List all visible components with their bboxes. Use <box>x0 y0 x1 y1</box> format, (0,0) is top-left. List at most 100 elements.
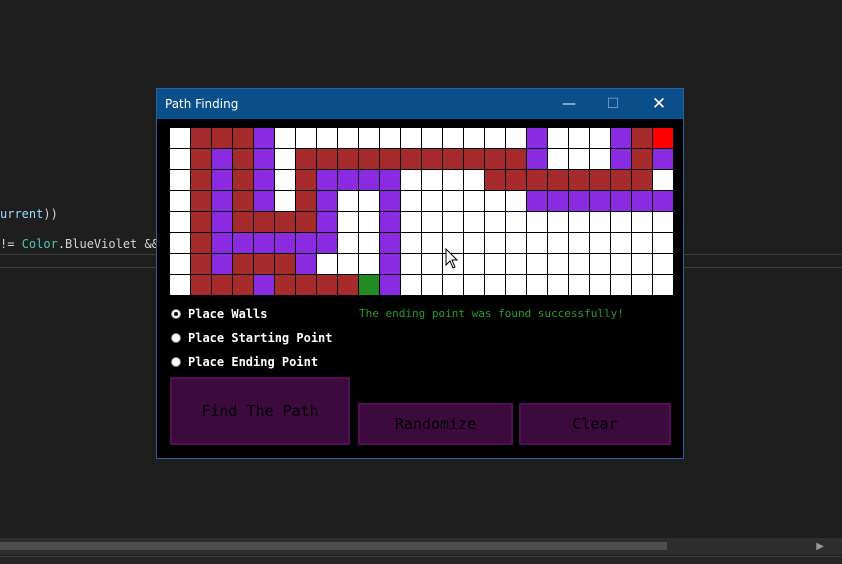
empty-cell[interactable] <box>590 128 610 148</box>
wall-cell[interactable] <box>422 149 442 169</box>
empty-cell[interactable] <box>443 275 463 295</box>
empty-cell[interactable] <box>632 233 652 253</box>
empty-cell[interactable] <box>443 212 463 232</box>
empty-cell[interactable] <box>359 254 379 274</box>
randomize-button[interactable]: Randomize <box>358 403 513 445</box>
visited-cell[interactable] <box>653 191 673 211</box>
empty-cell[interactable] <box>611 254 631 274</box>
wall-cell[interactable] <box>191 212 211 232</box>
empty-cell[interactable] <box>422 254 442 274</box>
empty-cell[interactable] <box>170 233 190 253</box>
wall-cell[interactable] <box>485 149 505 169</box>
empty-cell[interactable] <box>380 128 400 148</box>
empty-cell[interactable] <box>632 212 652 232</box>
visited-cell[interactable] <box>548 191 568 211</box>
visited-cell[interactable] <box>632 191 652 211</box>
wall-cell[interactable] <box>359 149 379 169</box>
wall-cell[interactable] <box>296 275 316 295</box>
horizontal-scrollbar[interactable]: ▶ <box>0 538 842 555</box>
empty-cell[interactable] <box>590 149 610 169</box>
wall-cell[interactable] <box>317 275 337 295</box>
visited-cell[interactable] <box>653 149 673 169</box>
wall-cell[interactable] <box>233 191 253 211</box>
visited-cell[interactable] <box>380 212 400 232</box>
empty-cell[interactable] <box>317 254 337 274</box>
wall-cell[interactable] <box>590 170 610 190</box>
option-place-walls[interactable]: Place Walls <box>171 307 267 321</box>
visited-cell[interactable] <box>569 191 589 211</box>
empty-cell[interactable] <box>359 233 379 253</box>
wall-cell[interactable] <box>233 170 253 190</box>
wall-cell[interactable] <box>233 149 253 169</box>
empty-cell[interactable] <box>401 254 421 274</box>
empty-cell[interactable] <box>464 212 484 232</box>
path-grid[interactable] <box>169 127 675 303</box>
wall-cell[interactable] <box>233 254 253 274</box>
visited-cell[interactable] <box>527 128 547 148</box>
find-path-button[interactable]: Find The Path <box>170 377 350 445</box>
option-place-ending-point[interactable]: Place Ending Point <box>171 355 318 369</box>
empty-cell[interactable] <box>653 233 673 253</box>
wall-cell[interactable] <box>191 128 211 148</box>
wall-cell[interactable] <box>401 149 421 169</box>
visited-cell[interactable] <box>254 170 274 190</box>
close-button[interactable]: ✕ <box>637 89 681 119</box>
wall-cell[interactable] <box>275 212 295 232</box>
empty-cell[interactable] <box>485 275 505 295</box>
clear-button[interactable]: Clear <box>519 403 671 445</box>
wall-cell[interactable] <box>212 128 232 148</box>
wall-cell[interactable] <box>191 233 211 253</box>
wall-cell[interactable] <box>611 170 631 190</box>
empty-cell[interactable] <box>485 212 505 232</box>
wall-cell[interactable] <box>275 254 295 274</box>
empty-cell[interactable] <box>401 233 421 253</box>
wall-cell[interactable] <box>506 170 526 190</box>
visited-cell[interactable] <box>296 254 316 274</box>
empty-cell[interactable] <box>485 233 505 253</box>
wall-cell[interactable] <box>506 149 526 169</box>
empty-cell[interactable] <box>359 128 379 148</box>
visited-cell[interactable] <box>212 191 232 211</box>
visited-cell[interactable] <box>254 191 274 211</box>
visited-cell[interactable] <box>212 170 232 190</box>
empty-cell[interactable] <box>506 254 526 274</box>
empty-cell[interactable] <box>548 149 568 169</box>
end-cell[interactable] <box>653 128 673 148</box>
visited-cell[interactable] <box>317 212 337 232</box>
empty-cell[interactable] <box>569 233 589 253</box>
wall-cell[interactable] <box>275 275 295 295</box>
wall-cell[interactable] <box>296 149 316 169</box>
empty-cell[interactable] <box>527 212 547 232</box>
visited-cell[interactable] <box>380 254 400 274</box>
empty-cell[interactable] <box>464 128 484 148</box>
empty-cell[interactable] <box>464 170 484 190</box>
empty-cell[interactable] <box>422 212 442 232</box>
empty-cell[interactable] <box>569 149 589 169</box>
visited-cell[interactable] <box>611 191 631 211</box>
empty-cell[interactable] <box>170 275 190 295</box>
empty-cell[interactable] <box>464 275 484 295</box>
visited-cell[interactable] <box>254 275 274 295</box>
visited-cell[interactable] <box>611 149 631 169</box>
empty-cell[interactable] <box>527 275 547 295</box>
empty-cell[interactable] <box>590 254 610 274</box>
empty-cell[interactable] <box>548 212 568 232</box>
empty-cell[interactable] <box>401 275 421 295</box>
wall-cell[interactable] <box>632 128 652 148</box>
empty-cell[interactable] <box>275 170 295 190</box>
visited-cell[interactable] <box>380 170 400 190</box>
wall-cell[interactable] <box>569 170 589 190</box>
wall-cell[interactable] <box>296 212 316 232</box>
empty-cell[interactable] <box>548 233 568 253</box>
empty-cell[interactable] <box>506 212 526 232</box>
wall-cell[interactable] <box>296 191 316 211</box>
scroll-right-arrow-icon[interactable]: ▶ <box>816 541 824 552</box>
empty-cell[interactable] <box>443 170 463 190</box>
empty-cell[interactable] <box>338 233 358 253</box>
wall-cell[interactable] <box>191 170 211 190</box>
visited-cell[interactable] <box>380 275 400 295</box>
visited-cell[interactable] <box>275 233 295 253</box>
title-bar[interactable]: Path Finding — ☐ ✕ <box>157 89 683 119</box>
empty-cell[interactable] <box>464 254 484 274</box>
empty-cell[interactable] <box>359 191 379 211</box>
